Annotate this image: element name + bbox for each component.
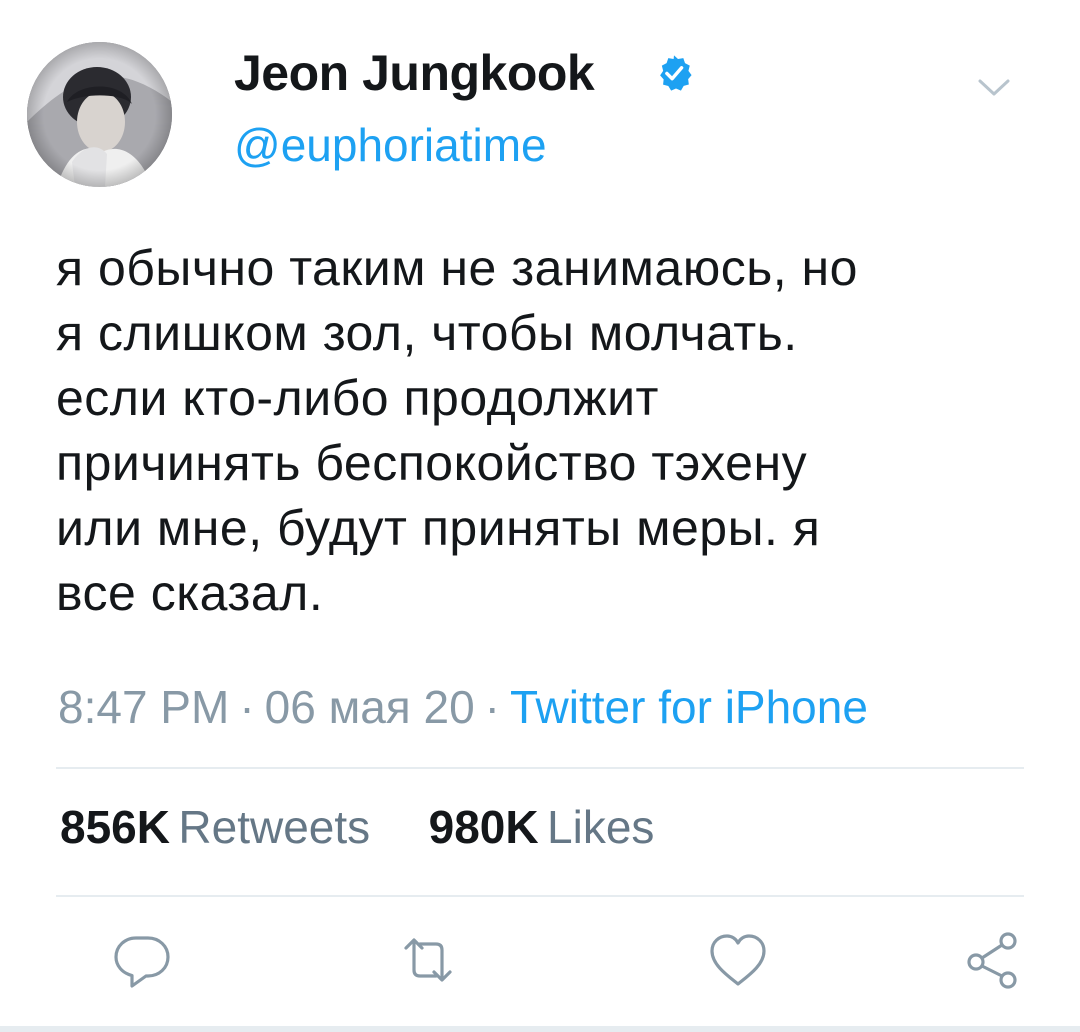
meta-separator: · (239, 681, 255, 733)
likes-stat[interactable]: 980K Likes (429, 800, 655, 854)
avatar[interactable] (27, 42, 172, 187)
tweet-time: 8:47 PM (58, 681, 230, 733)
divider (56, 895, 1024, 897)
tweet-text-line: или мне, будут приняты меры. я (56, 500, 821, 556)
retweet-icon[interactable] (396, 930, 460, 990)
avatar-image (27, 42, 172, 187)
tweet-date: 06 мая 20 (264, 681, 475, 733)
tweet-text-line: я обычно таким не занимаюсь, но (56, 240, 858, 296)
divider (56, 767, 1024, 769)
tweet-text: я обычно таким не занимаюсь, но я слишко… (56, 236, 1046, 626)
retweets-stat[interactable]: 856K Retweets (60, 800, 370, 854)
tweet-actions (0, 930, 1080, 990)
tweet-text-line: я слишком зол, чтобы молчать. (56, 305, 798, 361)
likes-label: Likes (547, 801, 655, 853)
chevron-down-icon[interactable] (976, 76, 1012, 100)
tweet-stats: 856K Retweets 980K Likes (60, 800, 708, 854)
bottom-divider (0, 1026, 1080, 1032)
tweet-meta: 8:47 PM · 06 мая 20 · Twitter for iPhone (58, 680, 868, 734)
heart-icon[interactable] (706, 930, 770, 990)
retweets-count: 856K (60, 801, 170, 853)
tweet-source-link[interactable]: Twitter for iPhone (510, 681, 868, 733)
likes-count: 980K (428, 801, 539, 853)
tweet-text-line: причинять беспокойство тэхену (56, 435, 808, 491)
display-name[interactable]: Jeon Jungkook (234, 44, 595, 102)
reply-icon[interactable] (110, 930, 174, 990)
verified-badge-icon (655, 54, 693, 92)
author-handle[interactable]: @euphoriatime (234, 118, 547, 172)
tweet-text-line: все сказал. (56, 565, 324, 621)
meta-separator: · (484, 681, 500, 733)
share-icon[interactable] (960, 930, 1024, 990)
tweet-text-line: если кто-либо продолжит (56, 370, 659, 426)
retweets-label: Retweets (178, 801, 371, 853)
